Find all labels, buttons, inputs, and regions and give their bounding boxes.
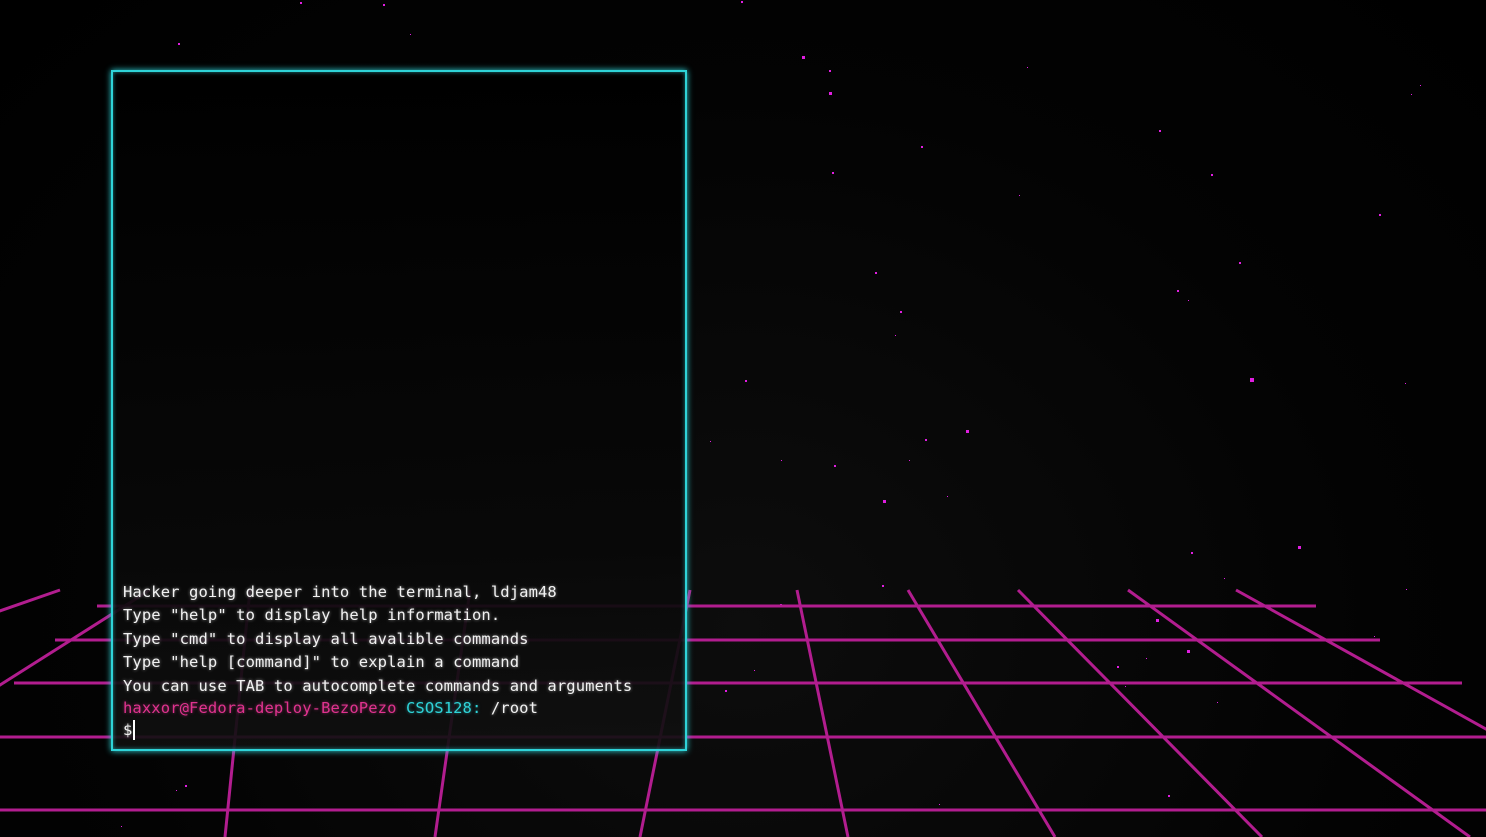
prompt-os: CSOS128: [405,699,482,717]
text-cursor [133,720,136,740]
welcome-line: Type "help [command]" to explain a comma… [123,653,520,671]
welcome-line: Hacker going deeper into the terminal, l… [123,582,557,601]
prompt-user-host: haxxor@Fedora-deploy-BezoPezo [123,699,397,717]
terminal-window[interactable]: Hacker going deeper into the terminal, l… [111,70,687,751]
prompt-path: /root [490,699,539,717]
prompt-line: haxxor@Fedora-deploy-BezoPezo CSOS128: /… [123,698,677,719]
welcome-line: You can use TAB to autocomplete commands… [123,676,633,695]
prompt-symbol: $ [123,721,133,739]
welcome-line: Type "help" to display help information. [123,606,501,624]
welcome-line: Type "cmd" to display all avalible comma… [123,629,529,648]
grid-line [906,589,1057,837]
grid-line [1235,588,1486,731]
command-input-row[interactable]: $ [123,719,677,741]
terminal-output: Hacker going deeper into the terminal, l… [123,581,677,742]
grid-line [0,588,61,613]
grid-line [1127,588,1471,837]
grid-line [1016,588,1264,837]
game-scene: Hacker going deeper into the terminal, l… [0,0,1486,837]
grid-line [795,589,850,837]
